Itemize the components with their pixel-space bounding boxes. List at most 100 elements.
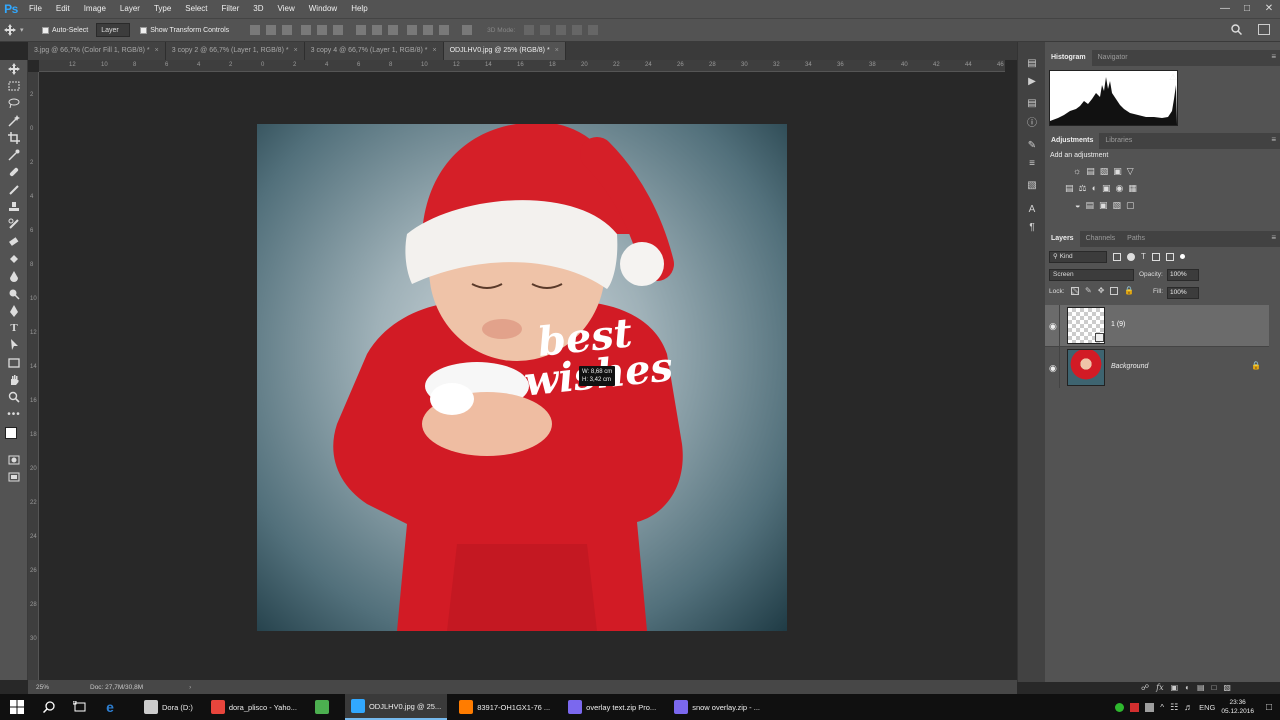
levels-icon[interactable]: ▤ — [1086, 166, 1095, 177]
magic-wand-icon[interactable] — [0, 112, 28, 129]
fx-icon[interactable]: fx — [1156, 683, 1163, 692]
invert-icon[interactable]: ◒ — [1075, 200, 1080, 211]
distribute-right-icon[interactable] — [439, 25, 450, 35]
foreground-color[interactable] — [5, 427, 17, 440]
document-tab[interactable]: 3 copy 4 @ 66,7% (Layer 1, RGB/8) * × — [304, 42, 444, 60]
screen-mode-icon[interactable] — [0, 469, 28, 486]
opacity-input[interactable]: 100% — [1167, 269, 1199, 281]
paragraph-icon[interactable]: ¶ — [1018, 218, 1046, 236]
adjust-sliders-icon[interactable]: ≡ — [1018, 154, 1046, 172]
posterize-icon[interactable]: ▤ — [1085, 200, 1094, 211]
path-selection-icon[interactable] — [0, 337, 28, 354]
3d-slide-icon[interactable] — [572, 25, 583, 35]
type-tool-icon[interactable]: T — [0, 319, 28, 336]
close-tab-icon[interactable]: × — [433, 47, 437, 54]
taskbar-app[interactable]: Dora (D:) — [138, 694, 199, 720]
blur-tool-icon[interactable] — [0, 268, 28, 285]
character-icon[interactable]: A — [1018, 200, 1046, 218]
quick-mask-icon[interactable] — [0, 451, 28, 468]
brush-settings-icon[interactable]: ✎ — [1018, 136, 1046, 154]
tab-histogram[interactable]: Histogram — [1045, 50, 1092, 66]
close-tab-icon[interactable]: × — [555, 47, 559, 54]
vibrance-icon[interactable]: ▽ — [1127, 166, 1134, 177]
text-overlay[interactable]: best wishes — [518, 309, 675, 405]
rectangle-tool-icon[interactable] — [0, 354, 28, 371]
warning-icon[interactable]: ⚠ — [1169, 72, 1177, 83]
tray-app-icon[interactable] — [1115, 702, 1125, 712]
auto-select-target-dropdown[interactable]: Layer — [96, 23, 131, 37]
menu-item-help[interactable]: Help — [344, 0, 374, 18]
tray-app-icon[interactable] — [1145, 702, 1155, 712]
menu-item-window[interactable]: Window — [302, 0, 344, 18]
minimize-button[interactable]: — — [1214, 0, 1236, 18]
network-icon[interactable]: ☷ — [1170, 702, 1178, 713]
maximize-button[interactable]: □ — [1236, 0, 1258, 18]
document-tab[interactable]: 3 copy 2 @ 66,7% (Layer 1, RGB/8) * × — [165, 42, 305, 60]
clone-stamp-icon[interactable] — [0, 198, 28, 215]
align-center-icon[interactable] — [317, 25, 328, 35]
document-image[interactable]: best wishes W: 8,68 cm H: 3,42 cm — [257, 124, 787, 631]
add-mask-icon[interactable]: ▣ — [1171, 683, 1179, 692]
3d-drag-icon[interactable] — [556, 25, 567, 35]
workspace-icon[interactable] — [1258, 24, 1270, 35]
menu-item-3d[interactable]: 3D — [246, 0, 270, 18]
menu-item-image[interactable]: Image — [77, 0, 113, 18]
tab-navigator[interactable]: Navigator — [1092, 50, 1134, 66]
tab-layers[interactable]: Layers — [1045, 231, 1080, 247]
more-tools-icon[interactable]: ••• — [0, 406, 28, 423]
layer-row[interactable]: ◉ 1 (9) — [1045, 305, 1269, 346]
gradient-map-icon[interactable]: ▧ — [1112, 200, 1121, 211]
volume-icon[interactable]: ♬ — [1184, 702, 1193, 712]
taskbar-app[interactable] — [309, 694, 339, 720]
zoom-level[interactable]: 25% — [28, 684, 76, 691]
taskbar-app[interactable]: 83917-OH1GX1-76 ... — [453, 694, 556, 720]
move-tool-icon[interactable] — [0, 60, 28, 77]
new-adjustment-icon[interactable]: ◐ — [1185, 683, 1190, 692]
lock-all-icon[interactable]: 🔒 — [1124, 287, 1134, 295]
align-left-icon[interactable] — [301, 25, 312, 35]
filter-adjustment-icon[interactable] — [1127, 253, 1135, 261]
close-tab-icon[interactable]: × — [155, 47, 159, 54]
lock-pixels-icon[interactable]: ✎ — [1085, 287, 1092, 295]
auto-select-checkbox[interactable]: Auto-Select — [42, 26, 88, 34]
close-button[interactable]: ✕ — [1258, 0, 1280, 18]
taskbar-app[interactable]: ODJLHV0.jpg @ 25... — [344, 694, 448, 720]
menu-item-view[interactable]: View — [271, 0, 302, 18]
edge-icon[interactable]: e — [96, 699, 124, 715]
search-icon[interactable] — [34, 701, 64, 713]
tray-app-icon[interactable] — [1130, 702, 1140, 712]
eyedropper-icon[interactable] — [0, 146, 28, 163]
3d-scale-icon[interactable] — [588, 25, 599, 35]
delete-layer-icon[interactable]: ▧ — [1223, 683, 1231, 692]
language-indicator[interactable]: ENG — [1199, 703, 1215, 712]
task-view-icon[interactable] — [64, 701, 96, 713]
filter-shape-icon[interactable] — [1151, 253, 1160, 261]
healing-brush-icon[interactable] — [0, 164, 28, 181]
status-arrow-icon[interactable]: › — [189, 684, 191, 691]
new-group-icon[interactable]: ▤ — [1197, 683, 1205, 692]
tab-libraries[interactable]: Libraries — [1099, 133, 1138, 149]
distribute-middle-icon[interactable] — [372, 25, 383, 35]
menu-item-select[interactable]: Select — [178, 0, 214, 18]
threshold-icon[interactable]: ▣ — [1099, 200, 1108, 211]
panel-menu-icon[interactable]: ≡ — [1271, 233, 1276, 242]
actions-play-icon[interactable]: ▶ — [1018, 72, 1046, 90]
paint-bucket-icon[interactable] — [0, 250, 28, 267]
align-top-icon[interactable] — [250, 25, 261, 35]
align-bottom-icon[interactable] — [282, 25, 293, 35]
marquee-tool-icon[interactable] — [0, 77, 28, 94]
lock-position-icon[interactable]: ✥ — [1098, 287, 1105, 295]
filter-smart-icon[interactable] — [1165, 253, 1174, 261]
menu-item-type[interactable]: Type — [147, 0, 178, 18]
curves-icon[interactable]: ▧ — [1100, 166, 1109, 177]
properties-icon[interactable]: ▤ — [1018, 94, 1046, 112]
history-icon[interactable]: ▤ — [1018, 54, 1046, 72]
clock[interactable]: 23:36 05.12.2016 — [1221, 698, 1254, 716]
menu-item-edit[interactable]: Edit — [49, 0, 77, 18]
notification-icon[interactable]: □ — [1266, 702, 1272, 713]
hue-saturation-icon[interactable]: ▤ — [1065, 183, 1074, 194]
lasso-tool-icon[interactable] — [0, 95, 28, 112]
menu-item-filter[interactable]: Filter — [215, 0, 247, 18]
brightness-icon[interactable]: ☼ — [1073, 166, 1081, 177]
layer-row[interactable]: ◉ Background 🔒 — [1045, 346, 1269, 388]
